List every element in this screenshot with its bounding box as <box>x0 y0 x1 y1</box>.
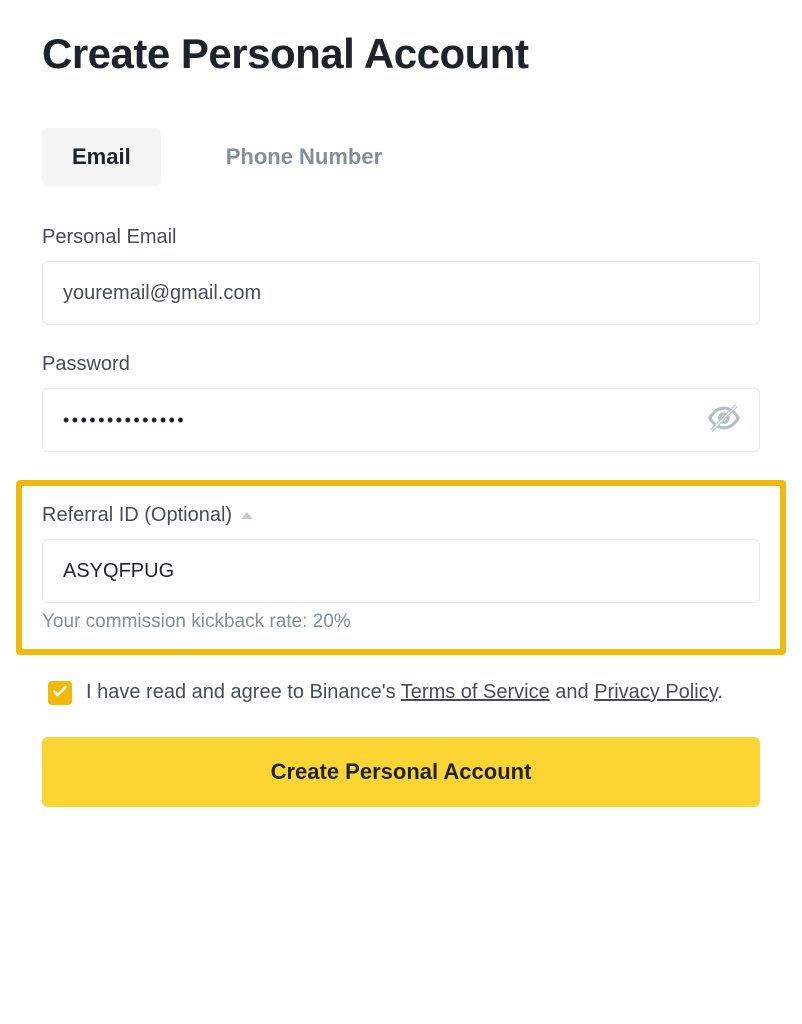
page-title: Create Personal Account <box>42 30 760 78</box>
terms-text: I have read and agree to Binance's Terms… <box>86 677 723 707</box>
email-label: Personal Email <box>42 226 760 249</box>
auth-tabs: Email Phone Number <box>42 128 760 186</box>
terms-of-service-link[interactable]: Terms of Service <box>401 681 550 703</box>
tab-email[interactable]: Email <box>42 128 161 186</box>
referral-group: Referral ID (Optional) <box>42 504 760 603</box>
referral-label: Referral ID (Optional) <box>42 504 232 527</box>
terms-text-2: and <box>550 681 594 703</box>
terms-text-1: I have read and agree to Binance's <box>86 681 401 703</box>
email-input[interactable] <box>42 261 760 325</box>
referral-highlight: Referral ID (Optional) Your commission k… <box>16 480 786 655</box>
chevron-up-icon <box>240 510 254 521</box>
referral-label-row[interactable]: Referral ID (Optional) <box>42 504 760 527</box>
terms-checkbox[interactable] <box>48 681 72 705</box>
create-account-button[interactable]: Create Personal Account <box>42 737 760 807</box>
password-group: Password <box>42 353 760 452</box>
eye-off-icon <box>707 401 741 440</box>
password-label: Password <box>42 353 760 376</box>
referral-input[interactable] <box>42 539 760 603</box>
email-group: Personal Email <box>42 226 760 325</box>
privacy-policy-link[interactable]: Privacy Policy <box>594 681 717 703</box>
kickback-rate-text: Your commission kickback rate: 20% <box>42 611 760 633</box>
tab-phone[interactable]: Phone Number <box>196 128 412 186</box>
terms-text-3: . <box>717 681 723 703</box>
password-input[interactable] <box>42 388 760 452</box>
toggle-password-visibility[interactable] <box>706 402 742 438</box>
terms-agree-row: I have read and agree to Binance's Terms… <box>48 677 760 707</box>
check-icon <box>52 678 68 708</box>
